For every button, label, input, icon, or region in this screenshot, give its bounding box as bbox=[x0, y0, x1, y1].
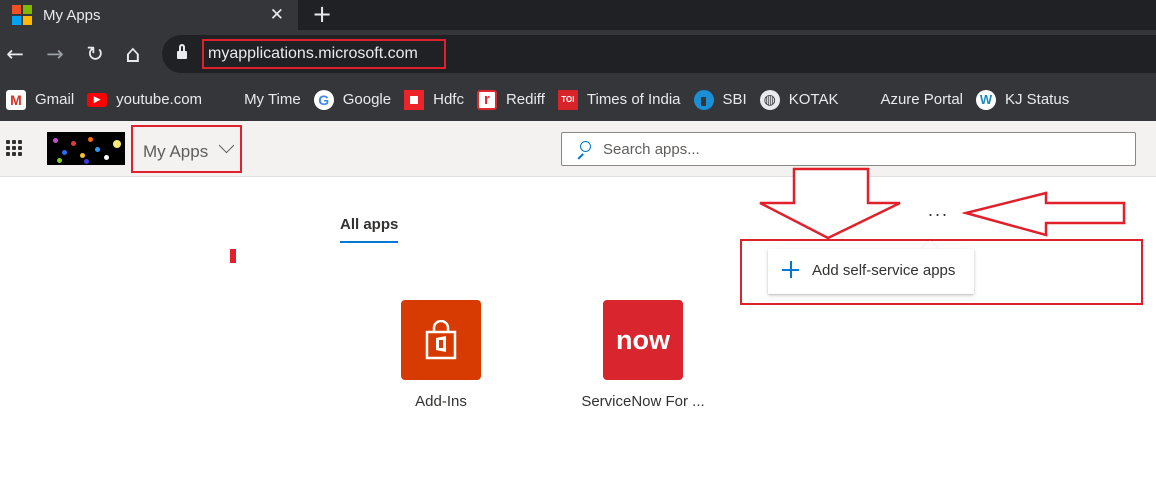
add-self-service-apps-menu: Add self-service apps bbox=[768, 249, 974, 294]
organization-logo[interactable] bbox=[47, 132, 125, 165]
add-self-service-apps-item[interactable]: Add self-service apps bbox=[812, 262, 955, 279]
sbi-icon bbox=[693, 89, 714, 110]
app-tile-servicenow[interactable]: now bbox=[603, 300, 683, 380]
microsoft-icon bbox=[215, 90, 235, 110]
search-icon bbox=[576, 141, 591, 160]
app-label-add-ins[interactable]: Add-Ins bbox=[401, 393, 481, 410]
google-icon: G bbox=[313, 89, 334, 110]
wordpress-icon: W bbox=[976, 89, 996, 110]
search-input[interactable]: Search apps... bbox=[561, 132, 1136, 166]
bookmark-sbi[interactable]: SBI bbox=[693, 89, 747, 110]
youtube-icon: ▶ bbox=[87, 92, 108, 107]
app-label-servicenow[interactable]: ServiceNow For ... bbox=[563, 393, 723, 410]
bookmarks-bar: M Gmail ▶ youtube.com My Time G Google H… bbox=[0, 78, 1156, 121]
tab-all-apps[interactable]: All apps bbox=[340, 216, 398, 233]
microsoft-icon bbox=[851, 90, 871, 110]
bookmark-label: KJ Status bbox=[1005, 91, 1070, 108]
bookmark-label: Azure Portal bbox=[880, 91, 963, 108]
bookmark-label: Rediff bbox=[505, 91, 545, 108]
home-icon[interactable]: ⌂ bbox=[121, 42, 145, 66]
rediff-icon: r bbox=[476, 89, 497, 110]
bookmark-label: youtube.com bbox=[116, 91, 203, 108]
bookmark-label: Gmail bbox=[35, 91, 75, 108]
bookmark-label: KOTAK bbox=[788, 91, 839, 108]
reload-icon[interactable]: ↻ bbox=[83, 42, 107, 66]
browser-toolbar: ← → ↻ ⌂ myapplications.microsoft.com bbox=[0, 30, 1156, 78]
app-switcher-label[interactable]: My Apps bbox=[143, 142, 208, 162]
app-tile-add-ins[interactable] bbox=[401, 300, 481, 380]
bookmark-label: My Time bbox=[244, 91, 301, 108]
microsoft-icon bbox=[12, 5, 32, 25]
app-switcher-highlight-annotation: My Apps bbox=[131, 125, 242, 173]
browser-tab[interactable]: My Apps ✕ bbox=[0, 0, 298, 30]
lock-icon[interactable] bbox=[177, 44, 187, 60]
bookmark-label: Google bbox=[342, 91, 392, 108]
address-bar[interactable]: myapplications.microsoft.com bbox=[162, 35, 1156, 73]
globe-icon: ◍ bbox=[759, 89, 780, 110]
app-launcher-icon[interactable] bbox=[6, 140, 22, 156]
url-highlight-annotation: myapplications.microsoft.com bbox=[202, 39, 446, 69]
close-icon[interactable]: ✕ bbox=[270, 5, 284, 25]
bookmark-label: Times of India bbox=[586, 91, 681, 108]
office-bag-icon bbox=[425, 320, 457, 360]
down-arrow-annotation bbox=[759, 167, 901, 240]
url-text[interactable]: myapplications.microsoft.com bbox=[208, 45, 418, 63]
search-placeholder: Search apps... bbox=[603, 141, 700, 158]
bookmark-my-time[interactable]: My Time bbox=[215, 90, 301, 110]
tab-title: My Apps bbox=[43, 6, 101, 24]
annotation-mark bbox=[230, 249, 236, 263]
hdfc-icon bbox=[404, 89, 425, 110]
forward-arrow-icon[interactable]: → bbox=[43, 42, 67, 66]
more-options-button[interactable]: ... bbox=[928, 200, 958, 220]
bookmark-kotak[interactable]: ◍ KOTAK bbox=[759, 89, 839, 110]
bookmark-kj-status[interactable]: W KJ Status bbox=[976, 89, 1070, 110]
left-arrow-annotation bbox=[962, 191, 1126, 237]
app-header: My Apps Search apps... bbox=[0, 121, 1156, 177]
back-arrow-icon[interactable]: ← bbox=[3, 42, 27, 66]
new-tab-button[interactable]: + bbox=[312, 1, 332, 27]
bookmark-hdfc[interactable]: Hdfc bbox=[404, 89, 464, 110]
active-tab-indicator bbox=[340, 241, 398, 243]
bookmark-rediff[interactable]: r Rediff bbox=[476, 89, 545, 110]
bookmark-times-of-india[interactable]: TOI Times of India bbox=[557, 89, 681, 110]
toi-icon: TOI bbox=[557, 89, 578, 110]
bookmark-label: Hdfc bbox=[433, 91, 464, 108]
bookmark-youtube[interactable]: ▶ youtube.com bbox=[87, 91, 202, 108]
bookmark-label: SBI bbox=[722, 91, 747, 108]
bookmark-google[interactable]: G Google bbox=[313, 89, 392, 110]
bookmark-gmail[interactable]: M Gmail bbox=[6, 89, 75, 110]
chevron-down-icon[interactable] bbox=[218, 137, 235, 154]
bookmark-azure-portal[interactable]: Azure Portal bbox=[851, 90, 963, 110]
browser-tabstrip: My Apps ✕ + bbox=[0, 0, 1156, 30]
servicenow-icon: now bbox=[616, 324, 670, 355]
plus-icon bbox=[782, 261, 799, 278]
gmail-icon: M bbox=[6, 89, 26, 110]
